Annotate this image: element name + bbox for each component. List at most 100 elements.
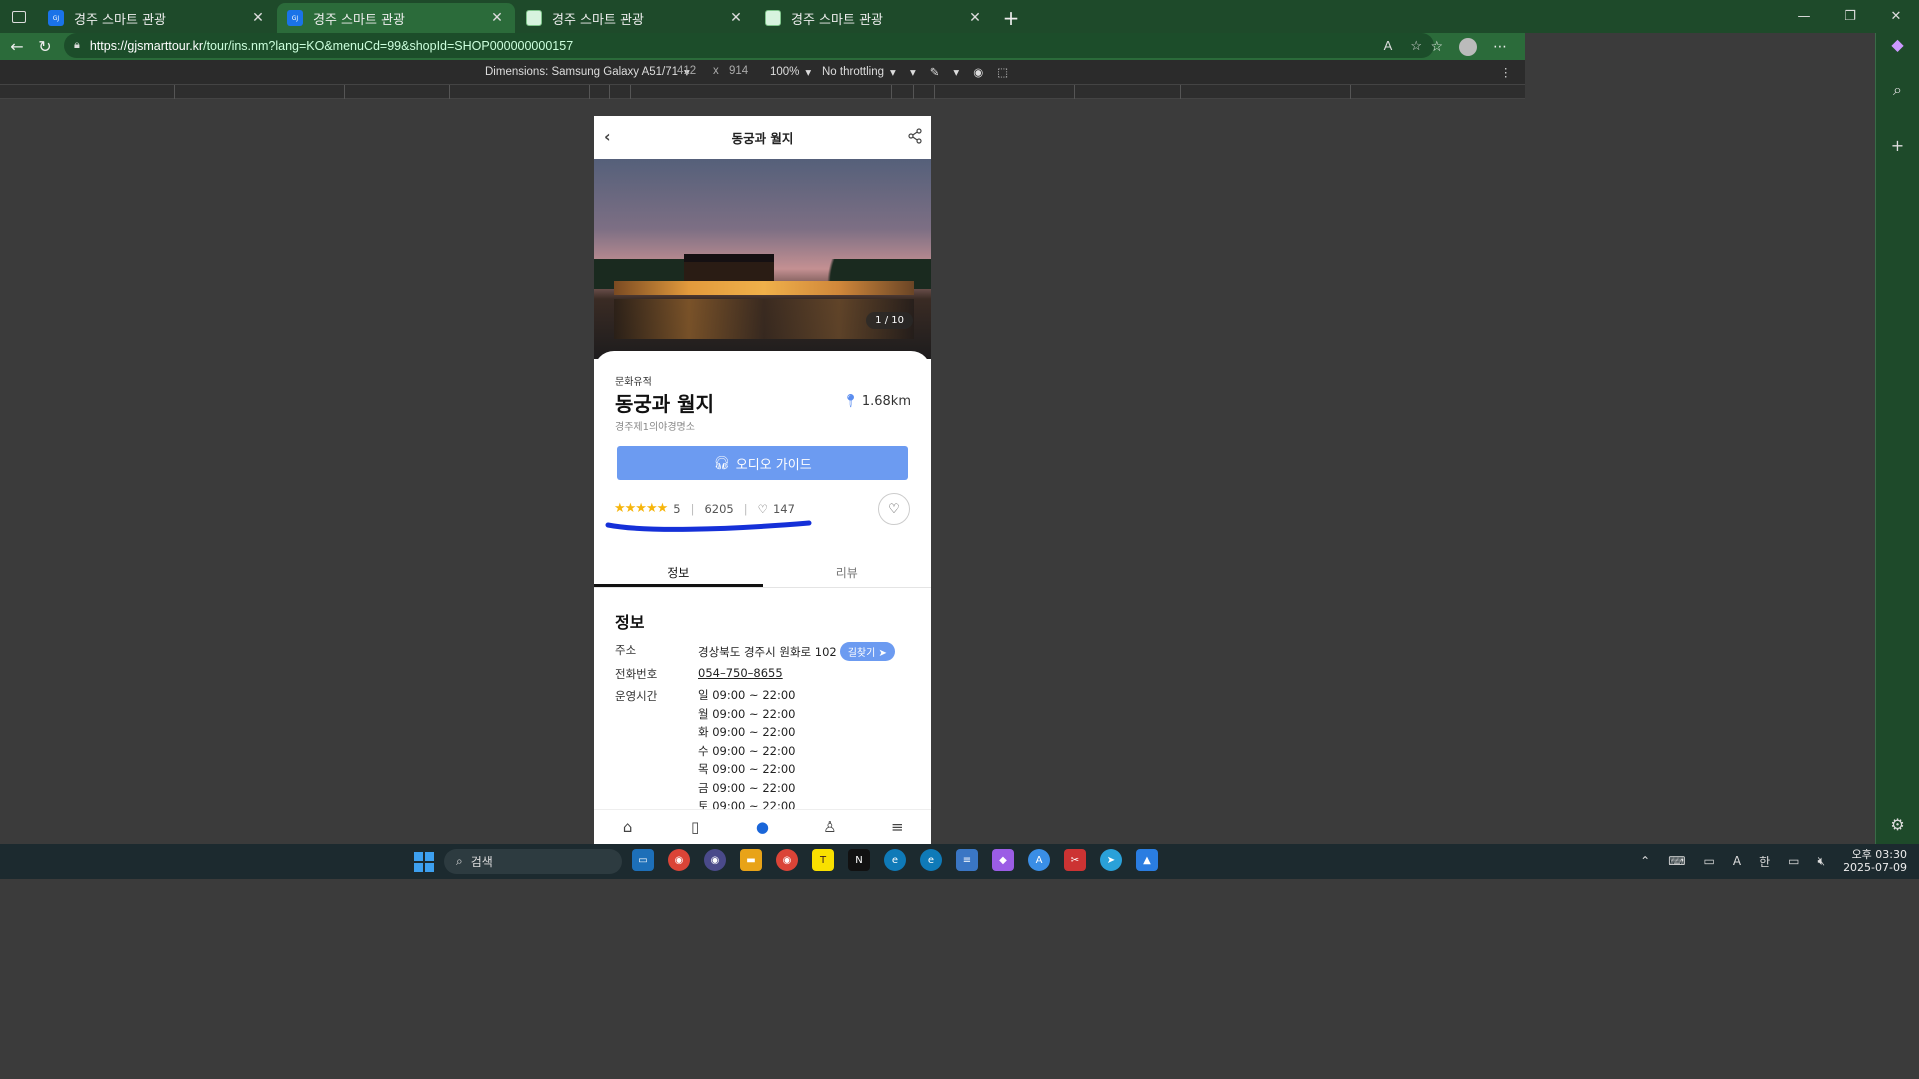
add-icon[interactable]: + [1891, 136, 1904, 155]
like-count: 147 [772, 501, 795, 516]
windows-taskbar: ⌕ 검색 ▭ ◉ ◉ ▬ ◉ T N e e ≡ ◆ A ✂ ➤ ▲ ⌃ ⌨ ▭… [0, 844, 1919, 879]
close-window-icon[interactable]: ✕ [1873, 0, 1919, 33]
profile-avatar[interactable] [1459, 37, 1477, 56]
browser-tab-4[interactable]: 경주 스마트 관광 ✕ [755, 3, 993, 33]
pen-icon[interactable]: ✎ [930, 65, 940, 79]
snipping-tool-icon[interactable]: ✂ [1064, 849, 1086, 871]
edge-icon[interactable]: e [884, 849, 906, 871]
address-value: 경상북도 경주시 원화로 102 [698, 645, 837, 659]
close-tab-icon[interactable]: ✕ [967, 10, 983, 26]
ime-indicator[interactable]: 한 [1759, 853, 1770, 870]
category-label: 문화유적 [615, 377, 652, 388]
address-row: 주소 경상북도 경주시 원화로 102 길찾기 ➤ [615, 642, 895, 661]
settings-gear-icon[interactable]: ⚙ [1890, 815, 1904, 834]
browser-tab-3[interactable]: 경주 스마트 관광 ✕ [516, 3, 754, 33]
rotate-icon[interactable]: ⬚ [997, 65, 1008, 79]
width-input[interactable]: 412 [677, 65, 696, 77]
hours-label: 운영시간 [615, 689, 658, 703]
back-arrow-icon[interactable]: ‹ [604, 127, 611, 146]
keyboard-icon[interactable]: ⌨ [1668, 854, 1685, 868]
close-tab-icon[interactable]: ✕ [728, 10, 744, 26]
hours-item: 목 09:00 ~ 22:00 [698, 762, 796, 776]
notion-icon[interactable]: N [848, 849, 870, 871]
user-icon[interactable]: ♙ [815, 818, 845, 836]
copilot-app-icon[interactable]: ◆ [992, 849, 1014, 871]
desktop-icon[interactable]: ▭ [632, 849, 654, 871]
heart-outline-icon: ♡ [757, 501, 768, 516]
back-icon[interactable]: ← [2, 37, 32, 56]
photos-icon[interactable]: ▲ [1136, 849, 1158, 871]
home-icon[interactable]: ⌂ [613, 818, 643, 836]
search-icon[interactable]: ⌕ [1893, 80, 1902, 100]
rating-value: 5 [673, 501, 681, 516]
browser-tab-strip: GJ 경주 스마트 관광 ✕ GJ 경주 스마트 관광 ✕ 경주 스마트 관광 … [0, 0, 1919, 33]
browser-tab-2[interactable]: GJ 경주 스마트 관광 ✕ [277, 3, 515, 33]
throttling-select[interactable]: No throttling [822, 66, 884, 78]
telegram-icon[interactable]: ➤ [1100, 849, 1122, 871]
clock[interactable]: 오후 03:30 2025-07-09 [1843, 848, 1907, 874]
address-bar[interactable]: 🔒︎ https://gjsmarttour.kr/tour/ins.nm?la… [64, 33, 1434, 58]
mobile-page: ‹ 동궁과 월지 1 / 10 문화유적 동궁과 월지 📍︎ 1.68km 경주… [594, 116, 931, 844]
minimize-icon[interactable]: — [1781, 0, 1827, 33]
browser-tab-1[interactable]: GJ 경주 스마트 관광 ✕ [38, 3, 276, 33]
chrome-canary-icon[interactable]: ◉ [704, 849, 726, 871]
directions-button[interactable]: 길찾기 ➤ [839, 642, 895, 661]
hours-item: 수 09:00 ~ 22:00 [698, 743, 796, 758]
file-explorer-icon[interactable]: ▬ [740, 849, 762, 871]
tab-info[interactable]: 정보 [594, 556, 763, 587]
chrome-icon[interactable]: ◉ [668, 849, 690, 871]
taskbar-search[interactable]: ⌕ 검색 [444, 849, 622, 874]
eye-icon[interactable]: ◉ [973, 65, 983, 79]
share-icon[interactable] [907, 128, 923, 147]
audio-guide-label: 오디오 가이드 [735, 457, 812, 473]
tab-reviews[interactable]: 리뷰 [763, 556, 932, 587]
favorites-icon[interactable]: ☆ [1430, 39, 1443, 55]
browser-toolbar: ← ↻ 🔒︎ https://gjsmarttour.kr/tour/ins.n… [0, 33, 1525, 60]
network-icon[interactable]: ▭ [1788, 854, 1799, 868]
chevron-down-icon: ▾ [890, 67, 896, 79]
audio-guide-button[interactable]: 🎧︎ 오디오 가이드 [617, 446, 908, 480]
phone-row: 전화번호 054–750–8655 [615, 666, 783, 682]
read-aloud-icon[interactable]: A [1384, 38, 1393, 54]
kakaotalk-icon[interactable]: T [812, 849, 834, 871]
like-button[interactable]: ♡ [878, 493, 910, 525]
page-title: 동궁과 월지 [731, 131, 794, 146]
hero-image[interactable]: 1 / 10 [594, 159, 931, 359]
height-input[interactable]: 914 [729, 65, 748, 77]
chevron-down-icon[interactable]: ▾ [953, 65, 959, 79]
tab-actions-icon[interactable] [0, 0, 38, 33]
display-icon[interactable]: ▭ [1704, 854, 1715, 868]
close-tab-icon[interactable]: ✕ [250, 10, 266, 26]
volume-muted-icon[interactable]: 🔇︎ [1818, 854, 1826, 869]
app-store-icon[interactable]: A [1028, 849, 1050, 871]
windows-start-icon[interactable] [414, 852, 434, 872]
notepad-icon[interactable]: ≡ [956, 849, 978, 871]
copilot-icon[interactable]: ◆ [1891, 35, 1903, 54]
window-controls: — ❐ ✕ [1781, 0, 1919, 33]
favorite-star-icon[interactable]: ☆ [1410, 38, 1422, 54]
chrome-profile-icon[interactable]: ◉ [776, 849, 798, 871]
phone-label: 전화번호 [615, 667, 658, 681]
restore-icon[interactable]: ❐ [1827, 0, 1873, 33]
map-pin-icon[interactable]: ● [747, 818, 777, 836]
edge-beta-icon[interactable]: e [920, 849, 942, 871]
device-select[interactable]: Dimensions: Samsung Galaxy A51/71 [485, 66, 678, 78]
distance: 📍︎ 1.68km [842, 394, 911, 409]
phone-link[interactable]: 054–750–8655 [698, 666, 783, 682]
detail-card: 문화유적 동궁과 월지 📍︎ 1.68km 경주제1의야경명소 🎧︎ 오디오 가… [594, 351, 931, 844]
menu-icon[interactable]: ≡ [882, 818, 912, 836]
bookmark-icon[interactable]: ▯ [680, 818, 710, 836]
new-tab-button[interactable]: + [994, 3, 1028, 33]
close-tab-icon[interactable]: ✕ [489, 10, 505, 26]
zoom-select[interactable]: 100% [770, 66, 799, 78]
site-info-icon[interactable]: 🔒︎ [74, 39, 80, 52]
chevron-up-icon[interactable]: ⌃ [1640, 854, 1650, 868]
search-placeholder: 검색 [470, 855, 493, 869]
sensors-icon[interactable]: ▾ [910, 65, 916, 79]
more-options-icon[interactable]: ⋯ [1493, 39, 1507, 55]
address-label: 주소 [615, 643, 637, 657]
device-menu-icon[interactable]: ⋮ [1500, 65, 1512, 79]
refresh-icon[interactable]: ↻ [30, 37, 60, 56]
media-query-ruler[interactable] [0, 84, 1525, 99]
font-icon[interactable]: A [1733, 854, 1741, 868]
